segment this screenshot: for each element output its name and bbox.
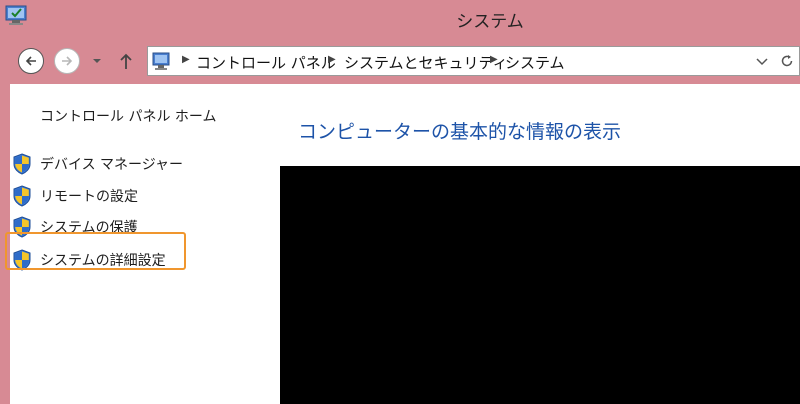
dropdown-caret-icon (93, 59, 101, 63)
window-title: システム (456, 12, 524, 32)
back-arrow-icon (25, 56, 36, 66)
breadcrumb-separator-icon[interactable]: ▶ (328, 54, 336, 65)
recent-pages-button[interactable] (90, 56, 104, 66)
sidebar-item-remote-settings[interactable]: リモートの設定 (12, 184, 138, 208)
content-area: コントロール パネル ホーム デバイス マネージャー リモートの設定 システムの… (5, 84, 800, 404)
forward-button[interactable] (54, 48, 80, 74)
forward-arrow-icon (62, 56, 73, 66)
sidebar-item-device-manager[interactable]: デバイス マネージャー (12, 152, 183, 176)
up-arrow-icon (120, 53, 132, 69)
sidebar-item-label: デバイス マネージャー (40, 157, 184, 173)
system-window: システム ▶ コントロール パネル ▶ システムとセキュリティ ▶ システム コ… (0, 0, 800, 404)
title-bar: システム (0, 0, 800, 36)
breadcrumb-system-security[interactable]: システムとセキュリティ (344, 52, 508, 73)
up-button[interactable] (116, 50, 136, 72)
control-panel-icon (152, 52, 170, 70)
refresh-button[interactable] (774, 46, 800, 76)
breadcrumb-separator-icon[interactable]: ▶ (490, 54, 498, 65)
breadcrumb-separator-icon[interactable]: ▶ (182, 54, 190, 65)
navigation-bar: ▶ コントロール パネル ▶ システムとセキュリティ ▶ システム (10, 36, 800, 84)
control-panel-home-link[interactable]: コントロール パネル ホーム (40, 106, 216, 126)
address-bar[interactable]: ▶ コントロール パネル ▶ システムとセキュリティ ▶ システム (147, 46, 777, 76)
breadcrumb-control-panel[interactable]: コントロール パネル (196, 52, 336, 73)
uac-shield-icon (13, 185, 31, 207)
address-dropdown-icon[interactable] (756, 58, 768, 66)
breadcrumb-system[interactable]: システム (505, 52, 565, 73)
refresh-icon (781, 55, 792, 67)
back-button[interactable] (18, 48, 44, 74)
uac-shield-icon (13, 153, 31, 175)
page-heading: コンピューターの基本的な情報の表示 (298, 121, 622, 143)
redacted-info-panel (280, 166, 800, 404)
highlight-annotation (5, 232, 186, 270)
sidebar-item-label: リモートの設定 (40, 189, 138, 205)
